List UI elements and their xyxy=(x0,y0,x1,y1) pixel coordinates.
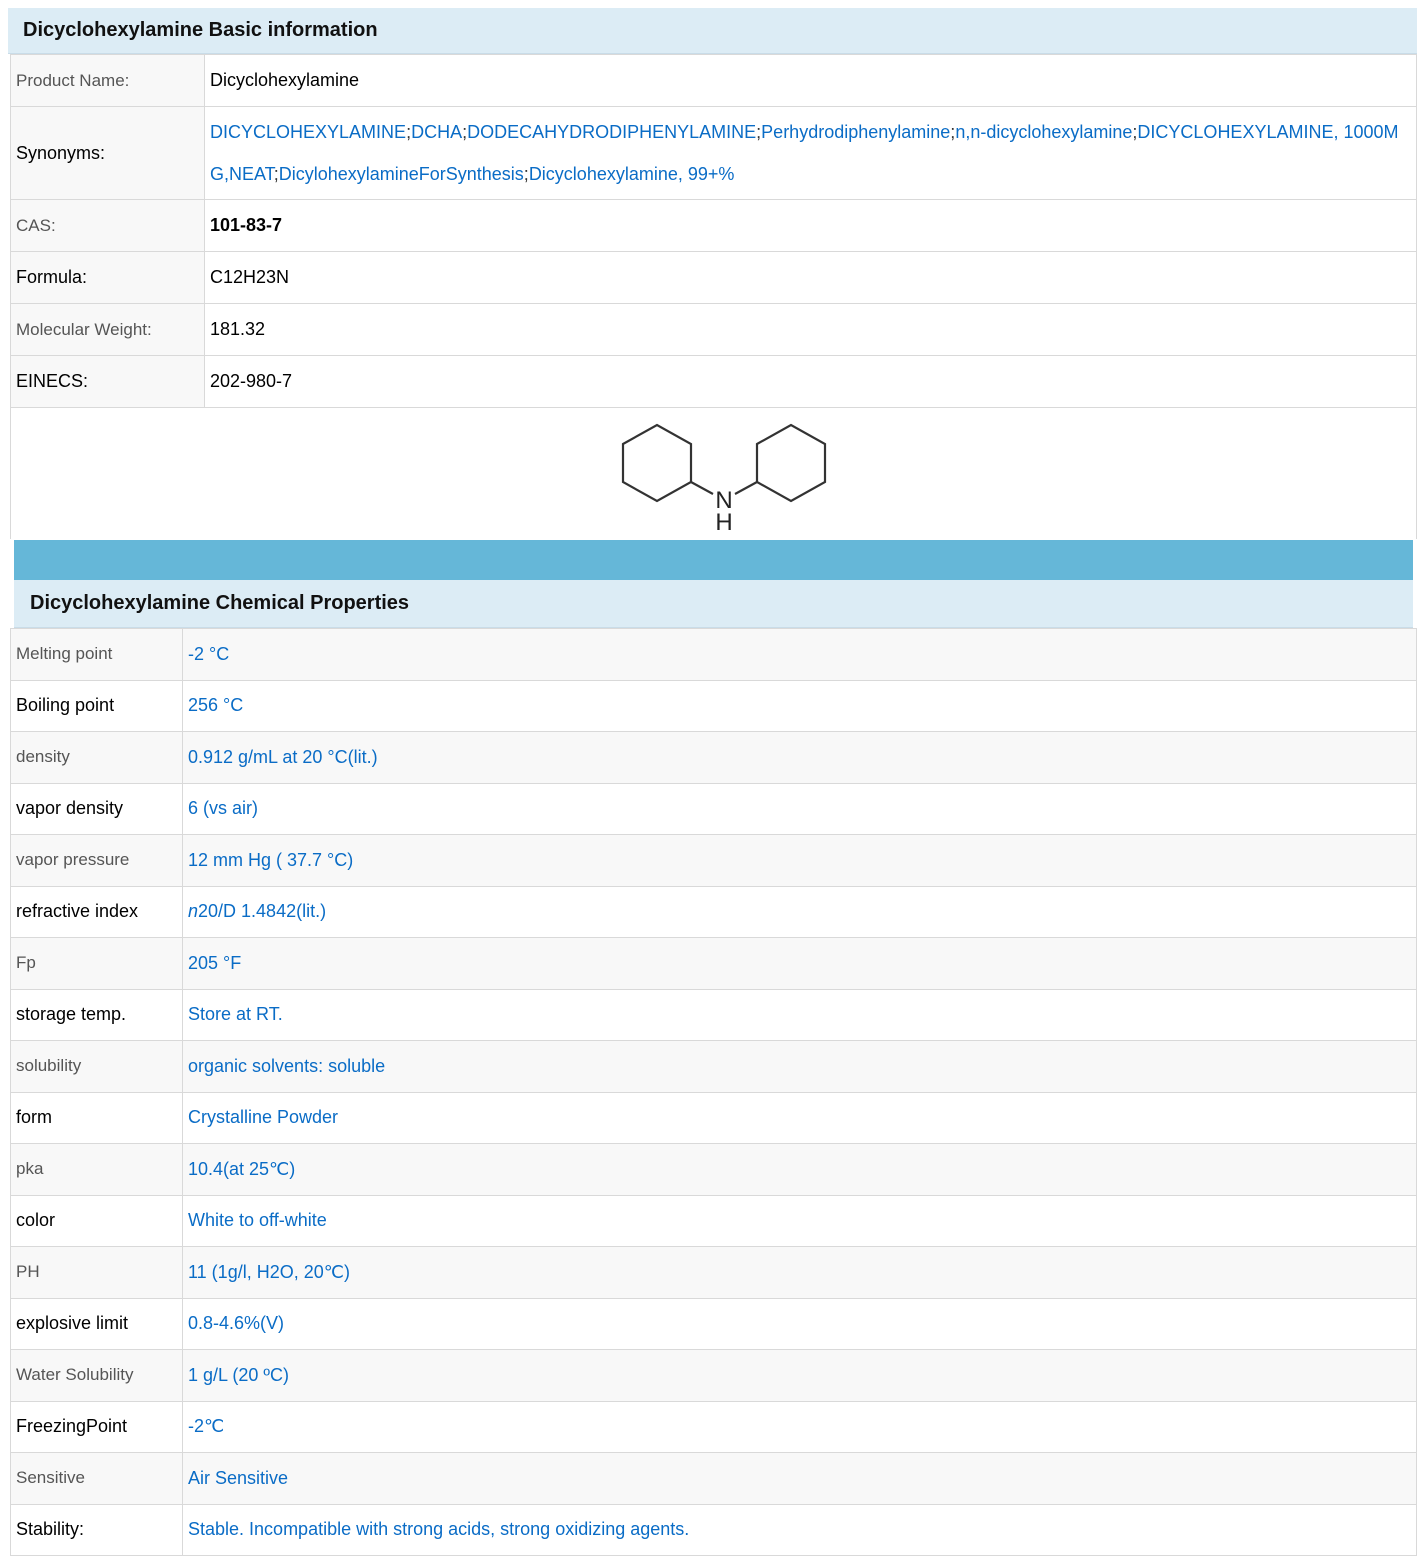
property-label: form xyxy=(10,1091,183,1144)
structure-image-area: N H xyxy=(10,406,1417,539)
property-value: 205 °F xyxy=(182,937,1417,990)
property-label: pka xyxy=(10,1143,183,1196)
cas-value: 101-83-7 xyxy=(204,199,1417,252)
synonyms-label: Synonyms: xyxy=(10,106,205,200)
property-label: Water Solubility xyxy=(10,1349,183,1402)
property-row: PH 11 (1g/l, H2O, 20℃) xyxy=(10,1246,1417,1299)
property-row: pka 10.4(at 25℃) xyxy=(10,1143,1417,1196)
property-row: refractive index n20/D 1.4842(lit.) xyxy=(10,885,1417,938)
property-row: Boiling point 256 °C xyxy=(10,679,1417,732)
synonym-link[interactable]: Perhydrodiphenylamine xyxy=(761,122,950,142)
einecs-value: 202-980-7 xyxy=(204,355,1417,408)
property-row: storage temp. Store at RT. xyxy=(10,988,1417,1041)
property-row: vapor density 6 (vs air) xyxy=(10,782,1417,835)
section-divider-bar xyxy=(14,540,1413,580)
chemical-properties-table: Melting point -2 °C Boiling point 256 °C den… xyxy=(10,628,1417,1556)
property-value: 1 g/L (20 ºC) xyxy=(182,1349,1417,1402)
synonym-link[interactable]: DCHA xyxy=(411,122,462,142)
property-label: density xyxy=(10,731,183,784)
property-label: Boiling point xyxy=(10,679,183,732)
property-row: color White to off-white xyxy=(10,1194,1417,1247)
property-value-text: 20/D 1.4842(lit.) xyxy=(198,901,327,922)
property-value: 10.4(at 25℃) xyxy=(182,1143,1417,1196)
property-value: -2℃ xyxy=(182,1400,1417,1453)
einecs-label: EINECS: xyxy=(10,355,205,408)
property-row: FreezingPoint -2℃ xyxy=(10,1400,1417,1453)
property-row: explosive limit 0.8-4.6%(V) xyxy=(10,1297,1417,1350)
property-value: 11 (1g/l, H2O, 20℃) xyxy=(182,1246,1417,1299)
cyclohexane-ring-right xyxy=(755,423,827,503)
property-label: vapor pressure xyxy=(10,834,183,887)
molecular-weight-label: Molecular Weight: xyxy=(10,303,205,356)
property-row: Fp 205 °F xyxy=(10,937,1417,990)
property-value: Crystalline Powder xyxy=(182,1091,1417,1144)
property-label: vapor density xyxy=(10,782,183,835)
property-value: Store at RT. xyxy=(182,988,1417,1041)
bond-right-to-n xyxy=(734,481,758,495)
basic-info-title-text: Dicyclohexylamine Basic information xyxy=(23,19,378,41)
property-row: Melting point -2 °C xyxy=(10,628,1417,681)
bond-left-to-n xyxy=(690,481,714,495)
product-name-label: Product Name: xyxy=(10,54,205,107)
einecs-row: EINECS: 202-980-7 xyxy=(10,355,1417,408)
formula-value: C12H23N xyxy=(204,251,1417,304)
product-name-row: Product Name: Dicyclohexylamine xyxy=(10,54,1417,107)
chemical-properties-title-text: Dicyclohexylamine Chemical Properties xyxy=(30,592,410,614)
cas-row: CAS: 101-83-7 xyxy=(10,199,1417,252)
synonym-link[interactable]: DicylohexylamineForSynthesis xyxy=(279,164,524,184)
property-row: vapor pressure 12 mm Hg ( 37.7 °C) xyxy=(10,834,1417,887)
property-row: Water Solubility 1 g/L (20 ºC) xyxy=(10,1349,1417,1402)
property-value: 6 (vs air) xyxy=(182,782,1417,835)
product-name-value: Dicyclohexylamine xyxy=(204,54,1417,107)
synonyms-row: Synonyms: DICYCLOHEXYLAMINE;DCHA;DODECAH… xyxy=(10,106,1417,200)
molecular-weight-row: Molecular Weight: 181.32 xyxy=(10,303,1417,356)
hydrogen-atom-label: H xyxy=(715,509,732,534)
synonym-link[interactable]: n,n-dicyclohexylamine xyxy=(955,122,1132,142)
formula-row: Formula: C12H23N xyxy=(10,251,1417,304)
basic-info-title: Dicyclohexylamine Basic information xyxy=(8,8,1417,54)
property-label: PH xyxy=(10,1246,183,1299)
property-value: 0.8-4.6%(V) xyxy=(182,1297,1417,1350)
property-value: White to off-white xyxy=(182,1194,1417,1247)
property-row: solubility organic solvents: soluble xyxy=(10,1040,1417,1093)
property-value: organic solvents: soluble xyxy=(182,1040,1417,1093)
property-label: Melting point xyxy=(10,628,183,681)
synonym-link[interactable]: DODECAHYDRODIPHENYLAMINE xyxy=(467,122,756,142)
property-label: color xyxy=(10,1194,183,1247)
molecule-structure-image: N H xyxy=(621,423,827,534)
property-value: 0.912 g/mL at 20 °C(lit.) xyxy=(182,731,1417,784)
property-value: 256 °C xyxy=(182,679,1417,732)
synonym-link[interactable]: DICYCLOHEXYLAMINE xyxy=(210,122,406,142)
property-label: FreezingPoint xyxy=(10,1400,183,1453)
chemical-properties-title: Dicyclohexylamine Chemical Properties xyxy=(14,580,1413,628)
property-label: refractive index xyxy=(10,885,183,938)
property-label: Sensitive xyxy=(10,1452,183,1505)
basic-info-table: Product Name: Dicyclohexylamine Synonyms… xyxy=(10,54,1417,408)
cyclohexane-ring-left xyxy=(621,423,693,503)
property-row: Sensitive Air Sensitive xyxy=(10,1452,1417,1505)
property-label: solubility xyxy=(10,1040,183,1093)
synonym-link[interactable]: Dicyclohexylamine, 99+% xyxy=(529,164,735,184)
property-row: density 0.912 g/mL at 20 °C(lit.) xyxy=(10,731,1417,784)
property-value: n20/D 1.4842(lit.) xyxy=(182,885,1417,938)
property-label: explosive limit xyxy=(10,1297,183,1350)
cas-label: CAS: xyxy=(10,199,205,252)
property-label: Fp xyxy=(10,937,183,990)
formula-label: Formula: xyxy=(10,251,205,304)
property-row: form Crystalline Powder xyxy=(10,1091,1417,1144)
property-value: -2 °C xyxy=(182,628,1417,681)
property-label: storage temp. xyxy=(10,988,183,1041)
property-value: Air Sensitive xyxy=(182,1452,1417,1505)
property-value-prefix: n xyxy=(188,901,199,922)
molecular-weight-value: 181.32 xyxy=(204,303,1417,356)
property-value: 12 mm Hg ( 37.7 °C) xyxy=(182,834,1417,887)
synonyms-value: DICYCLOHEXYLAMINE;DCHA;DODECAHYDRODIPHEN… xyxy=(204,106,1417,200)
